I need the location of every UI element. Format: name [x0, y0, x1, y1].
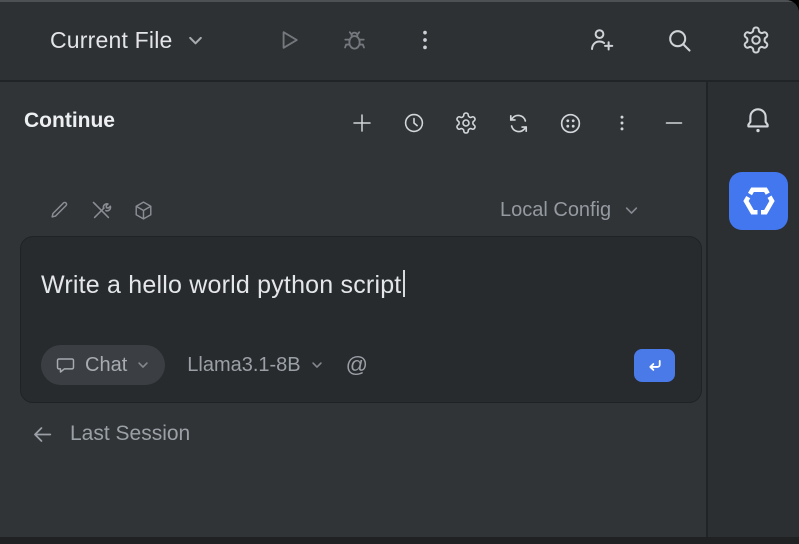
panel-title: Continue — [24, 109, 115, 133]
ide-settings-button[interactable] — [742, 26, 770, 54]
prompt-input-box[interactable]: Write a hello world python script Chat L… — [20, 236, 702, 403]
edit-button[interactable] — [47, 198, 71, 222]
reload-button[interactable] — [506, 110, 530, 136]
pencil-icon — [48, 199, 70, 221]
debug-button[interactable] — [340, 26, 368, 54]
bug-icon — [341, 27, 368, 54]
panel-more-button[interactable] — [610, 110, 634, 136]
tools-icon — [90, 199, 113, 222]
continue-plugin-button[interactable] — [729, 172, 788, 230]
history-button[interactable] — [402, 110, 426, 136]
text-cursor — [403, 270, 405, 297]
kebab-icon — [611, 112, 633, 134]
prompt-text: Write a hello world python script — [41, 270, 405, 300]
hide-panel-button[interactable] — [662, 110, 686, 136]
run-config-selector[interactable]: Current File — [50, 0, 205, 80]
add-context-button[interactable]: @ — [346, 354, 368, 376]
last-session-link[interactable]: Last Session — [30, 420, 190, 448]
new-session-button[interactable] — [350, 110, 374, 136]
chevron-down-icon — [136, 358, 150, 372]
return-enter-icon — [645, 356, 664, 375]
chevron-down-icon — [310, 358, 324, 372]
arrow-left-icon — [30, 422, 55, 447]
input-controls: Chat Llama3.1-8B @ — [41, 345, 368, 385]
ide-window: Current File — [0, 0, 799, 544]
debug-console-button[interactable] — [558, 110, 582, 136]
window-bottom-edge — [0, 537, 799, 544]
refresh-icon — [506, 111, 531, 136]
dots-circle-icon — [558, 111, 583, 136]
continue-logo-icon — [739, 181, 779, 221]
search-everywhere-button[interactable] — [665, 26, 693, 54]
bell-icon — [743, 104, 773, 138]
main-toolbar: Current File — [0, 0, 799, 80]
model-selector[interactable]: Llama3.1-8B — [187, 354, 323, 377]
notifications-button[interactable] — [743, 104, 773, 138]
submit-button[interactable] — [634, 349, 675, 382]
gear-icon — [741, 25, 771, 55]
run-config-label: Current File — [50, 27, 173, 54]
packages-button[interactable] — [131, 198, 155, 222]
code-with-me-button[interactable] — [588, 26, 616, 54]
last-session-label: Last Session — [70, 422, 190, 446]
search-icon — [665, 26, 694, 55]
config-selector-label: Local Config — [500, 199, 611, 222]
continue-settings-button[interactable] — [454, 110, 478, 136]
chevron-down-icon — [186, 31, 205, 50]
config-selector[interactable]: Local Config — [500, 196, 640, 224]
kebab-icon — [412, 27, 438, 53]
toolbar-more-button[interactable] — [411, 26, 439, 54]
model-selector-label: Llama3.1-8B — [187, 354, 300, 377]
chevron-down-icon — [623, 202, 640, 219]
play-icon — [276, 27, 302, 53]
plus-icon — [350, 111, 374, 135]
mode-selector-label: Chat — [85, 354, 127, 377]
user-plus-icon — [587, 25, 617, 55]
history-clock-icon — [402, 111, 426, 135]
mode-selector[interactable]: Chat — [41, 345, 165, 385]
cube-icon — [132, 199, 155, 222]
minimize-icon — [662, 111, 686, 135]
toolbar-divider — [0, 80, 799, 82]
run-button[interactable] — [275, 26, 303, 54]
tools-button[interactable] — [89, 198, 113, 222]
panel-header-actions — [350, 110, 686, 136]
panel-tool-row — [47, 197, 155, 223]
chat-bubble-icon — [55, 355, 76, 376]
settings-gear-icon — [454, 111, 478, 135]
prompt-value: Write a hello world python script — [41, 271, 401, 299]
screenshot-stage: Current File — [0, 0, 799, 544]
right-sidebar — [708, 82, 799, 537]
